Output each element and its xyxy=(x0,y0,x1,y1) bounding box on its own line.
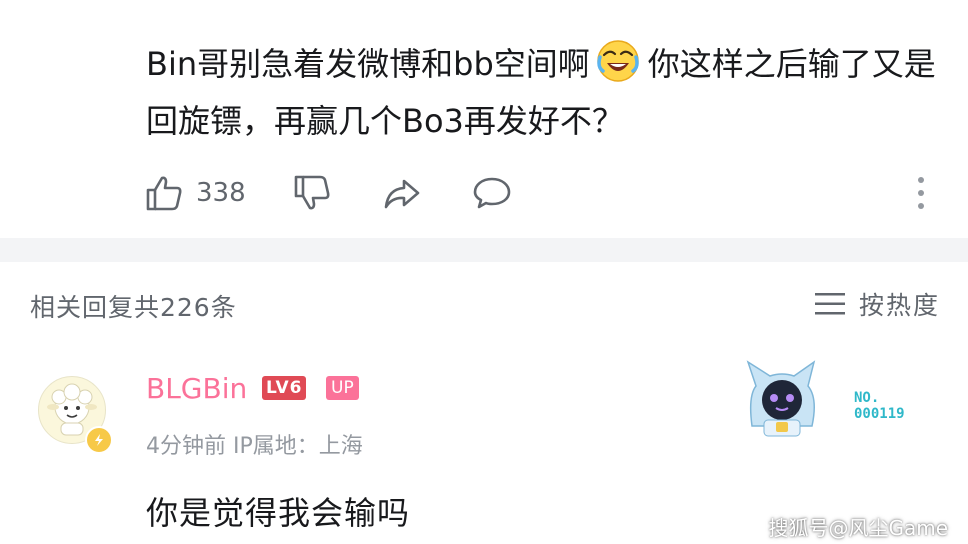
fan-badge[interactable] xyxy=(734,356,830,440)
comment-text-part-1: Bin哥别急着发微博和bb空间啊 xyxy=(146,45,590,83)
section-divider xyxy=(0,238,968,262)
more-options-button[interactable] xyxy=(914,176,928,214)
thumbs-up-icon xyxy=(146,176,182,211)
share-button[interactable] xyxy=(382,170,422,216)
crying-laughing-emoji-icon xyxy=(597,40,639,82)
share-arrow-icon xyxy=(384,179,420,209)
like-count: 338 xyxy=(196,178,246,208)
up-badge: UP xyxy=(326,376,359,400)
sort-lines-icon xyxy=(814,293,845,315)
level-badge: LV6 xyxy=(262,376,307,400)
like-button[interactable]: 338 xyxy=(144,170,246,216)
comment-text: Bin哥别急着发微博和bb空间啊 你这样之后输了又是回旋镖，再赢几个Bo3再发好… xyxy=(146,36,946,150)
robot-cat-fan-badge-icon xyxy=(746,360,816,437)
sort-label: 按热度 xyxy=(858,291,940,320)
fan-badge-number-value: 000119 xyxy=(854,406,905,422)
fan-badge-no-label: NO. xyxy=(854,390,880,406)
more-vertical-icon xyxy=(918,177,924,209)
reply-username[interactable]: BLGBin xyxy=(146,372,247,405)
lightning-badge xyxy=(85,426,113,454)
sort-button[interactable]: 按热度 xyxy=(814,286,940,322)
reply-comment-button[interactable] xyxy=(472,170,512,216)
reply-count-label: 相关回复共226条 xyxy=(30,293,237,322)
fan-badge-number: NO. 000119 xyxy=(854,390,905,422)
chat-bubble-icon xyxy=(473,177,511,209)
reply-text: 你是觉得我会输吗 xyxy=(146,494,411,532)
thumbs-down-icon xyxy=(294,175,330,210)
replies-header: 相关回复共226条 按热度 xyxy=(0,262,968,342)
watermark: 搜狐号@风尘Game xyxy=(768,516,948,540)
lightning-icon xyxy=(95,434,103,446)
dislike-button[interactable] xyxy=(292,170,332,216)
reply-meta: 4分钟前 IP属地：上海 xyxy=(146,434,363,459)
